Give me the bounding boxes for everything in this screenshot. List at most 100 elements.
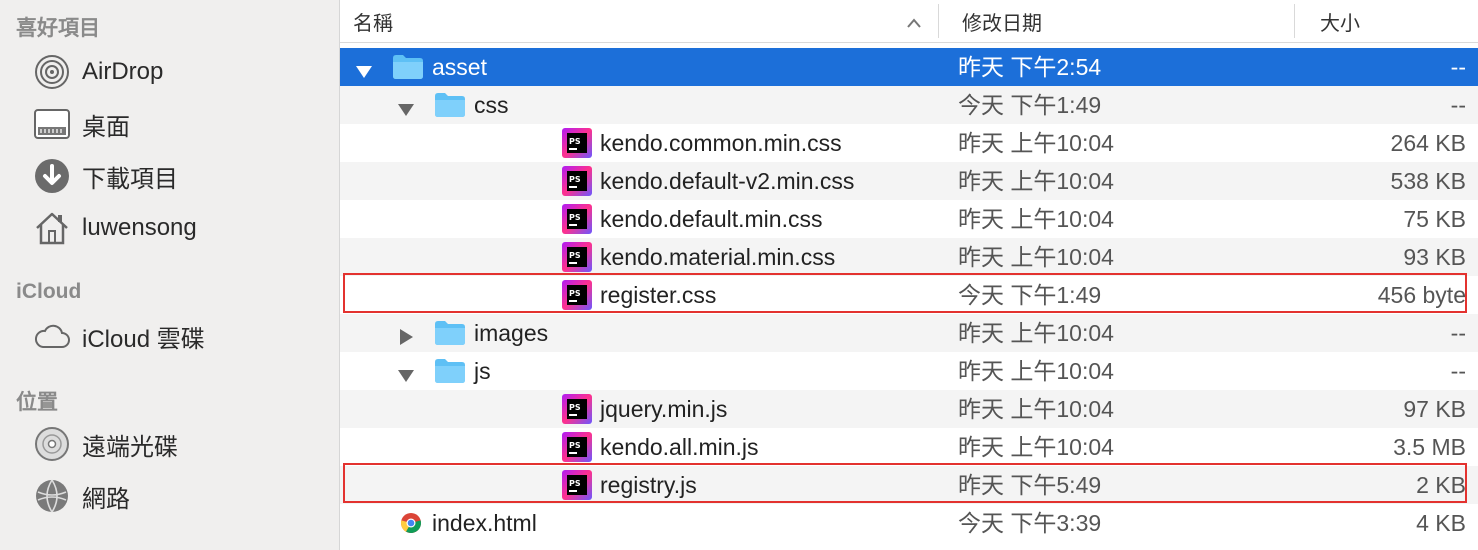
file-size: -- (1450, 320, 1466, 346)
file-date: 今天 下午1:49 (958, 282, 1102, 308)
column-name-header[interactable]: 名稱 (353, 0, 393, 42)
sidebar-item-label: 桌面 (82, 113, 130, 141)
folder-icon (434, 92, 466, 124)
file-name: asset (432, 54, 487, 80)
file-size: 456 byte (1377, 282, 1466, 308)
phpstorm-file-icon: PS (562, 470, 592, 506)
sidebar-item-icloud-drive[interactable]: iCloud 雲碟 (0, 314, 339, 358)
column-divider[interactable] (938, 4, 939, 38)
file-row[interactable]: PS kendo.default.min.css 昨天 上午10:04 75 KB (340, 200, 1478, 238)
cloud-icon (32, 316, 72, 356)
file-row[interactable]: index.html 今天 下午3:39 4 KB (340, 504, 1478, 542)
phpstorm-file-icon: PS (562, 280, 592, 316)
file-date: 昨天 上午10:04 (958, 244, 1114, 270)
file-row[interactable]: js 昨天 上午10:04 -- (340, 352, 1478, 390)
svg-text:PS: PS (569, 441, 581, 450)
column-header: 名稱 修改日期 大小 (340, 0, 1478, 43)
file-date: 昨天 上午10:04 (958, 168, 1114, 194)
file-name: images (474, 320, 549, 346)
svg-text:PS: PS (569, 137, 581, 146)
favorites-section-title: 喜好項目 (16, 17, 100, 40)
disclosure-expanded-icon[interactable] (396, 97, 416, 124)
airdrop-icon (32, 52, 72, 92)
sidebar-item-airdrop[interactable]: AirDrop (0, 50, 339, 94)
file-date: 昨天 上午10:04 (958, 434, 1114, 460)
file-row[interactable]: PS kendo.default-v2.min.css 昨天 上午10:04 538 … (340, 162, 1478, 200)
file-name: index.html (432, 510, 537, 536)
locations-section-title: 位置 (16, 391, 58, 414)
sidebar-item-label: iCloud 雲碟 (82, 325, 205, 353)
network-icon (32, 476, 72, 516)
file-date: 今天 下午3:39 (958, 510, 1102, 536)
phpstorm-file-icon: PS (562, 394, 592, 430)
disclosure-collapsed-icon[interactable] (396, 325, 416, 352)
file-name: registry.js (600, 472, 697, 498)
file-date: 昨天 上午10:04 (958, 130, 1114, 156)
file-name: kendo.default.min.css (600, 206, 823, 232)
file-size: -- (1450, 92, 1466, 118)
svg-text:PS: PS (569, 403, 581, 412)
file-name: jquery.min.js (600, 396, 728, 422)
file-name: kendo.all.min.js (600, 434, 759, 460)
sidebar-item-label: AirDrop (82, 58, 164, 85)
sidebar: 喜好項目 AirDrop 桌面 下載項目 luwensong iCloud iC… (0, 0, 340, 550)
column-size-header[interactable]: 大小 (1320, 0, 1360, 42)
file-name: register.css (600, 282, 717, 308)
sidebar-item-downloads[interactable]: 下載項目 (0, 154, 339, 198)
file-name: js (474, 358, 491, 384)
file-row[interactable]: PS register.css 今天 下午1:49 456 byte (340, 276, 1478, 314)
sidebar-item-home[interactable]: luwensong (0, 206, 339, 250)
file-date: 昨天 下午5:49 (958, 472, 1102, 498)
file-row[interactable]: images 昨天 上午10:04 -- (340, 314, 1478, 352)
phpstorm-file-icon: PS (562, 128, 592, 164)
file-list: 名稱 修改日期 大小 asset 昨天 下午2:54 -- css 今天 下午1:49 -… (340, 0, 1478, 550)
folder-icon (434, 320, 466, 352)
icloud-section-title: iCloud (16, 280, 82, 303)
sidebar-item-label: 下載項目 (82, 165, 178, 193)
file-row[interactable]: PS kendo.all.min.js 昨天 上午10:04 3.5 MB (340, 428, 1478, 466)
file-row[interactable]: PS kendo.common.min.css 昨天 上午10:04 264 KB (340, 124, 1478, 162)
phpstorm-file-icon: PS (562, 166, 592, 202)
file-size: 75 KB (1403, 206, 1466, 232)
file-size: 97 KB (1403, 396, 1466, 422)
file-size: 93 KB (1403, 244, 1466, 270)
desktop-icon (32, 104, 72, 144)
svg-text:PS: PS (569, 175, 581, 184)
file-row[interactable]: asset 昨天 下午2:54 -- (340, 48, 1478, 86)
file-size: 3.5 MB (1393, 434, 1466, 460)
file-size: -- (1450, 358, 1466, 384)
column-date-header[interactable]: 修改日期 (962, 0, 1042, 42)
folder-icon (392, 54, 424, 86)
file-row[interactable]: PS kendo.material.min.css 昨天 上午10:04 93 KB (340, 238, 1478, 276)
svg-text:PS: PS (569, 213, 581, 222)
phpstorm-file-icon: PS (562, 204, 592, 240)
file-date: 昨天 上午10:04 (958, 396, 1114, 422)
sidebar-item-label: 遠端光碟 (82, 433, 178, 461)
disclosure-expanded-icon[interactable] (396, 363, 416, 390)
sort-ascending-icon[interactable] (906, 13, 922, 36)
file-date: 昨天 上午10:04 (958, 206, 1114, 232)
sidebar-item-label: 網路 (82, 485, 130, 513)
phpstorm-file-icon: PS (562, 432, 592, 468)
home-icon (32, 208, 72, 248)
svg-text:PS: PS (569, 289, 581, 298)
sidebar-item-remote-disc[interactable]: 遠端光碟 (0, 422, 339, 466)
svg-text:PS: PS (569, 479, 581, 488)
file-row[interactable]: PS registry.js 昨天 下午5:49 2 KB (340, 466, 1478, 504)
column-divider[interactable] (1294, 4, 1295, 38)
sidebar-item-network[interactable]: 網路 (0, 474, 339, 518)
file-row[interactable]: css 今天 下午1:49 -- (340, 86, 1478, 124)
file-size: 538 KB (1390, 168, 1466, 194)
disclosure-expanded-icon[interactable] (354, 59, 374, 86)
file-name: kendo.material.min.css (600, 244, 836, 270)
downloads-icon (32, 156, 72, 196)
file-name: kendo.common.min.css (600, 130, 842, 156)
file-date: 昨天 上午10:04 (958, 358, 1114, 384)
svg-text:PS: PS (569, 251, 581, 260)
file-date: 昨天 下午2:54 (958, 54, 1102, 80)
sidebar-item-desktop[interactable]: 桌面 (0, 102, 339, 146)
file-name: css (474, 92, 509, 118)
file-size: 4 KB (1416, 510, 1466, 536)
file-row[interactable]: PS jquery.min.js 昨天 上午10:04 97 KB (340, 390, 1478, 428)
file-date: 今天 下午1:49 (958, 92, 1102, 118)
